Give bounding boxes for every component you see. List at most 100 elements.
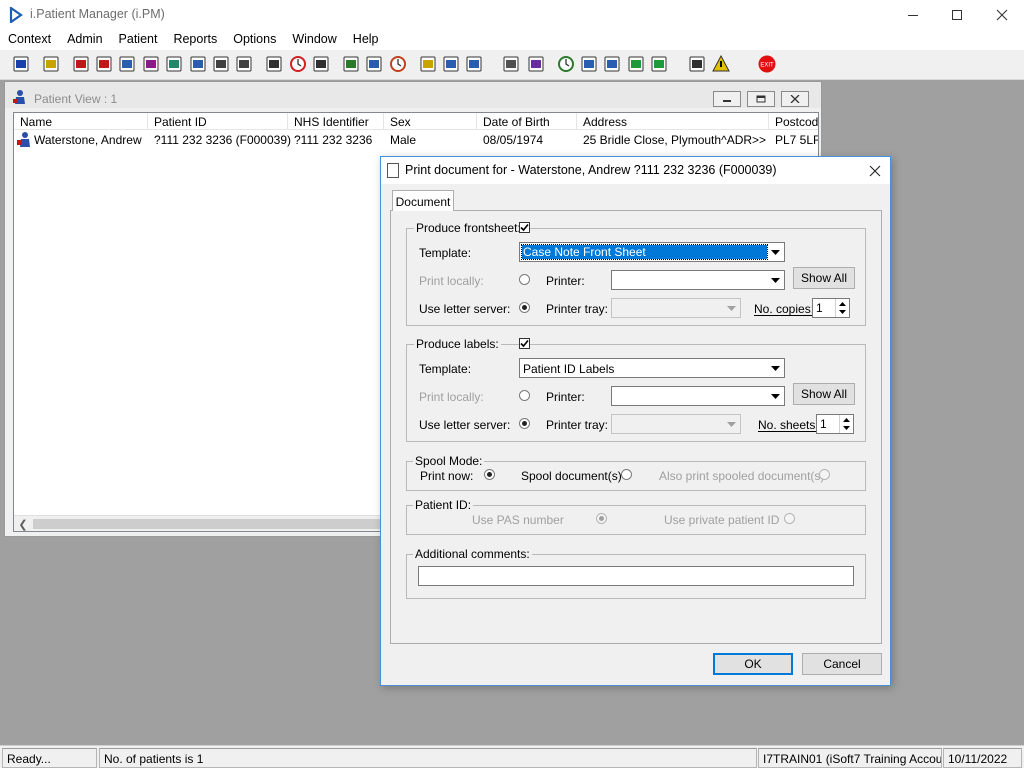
mail-icon: [143, 56, 159, 72]
frontsheet-label: Produce frontsheet:: [414, 221, 523, 235]
transfer-button[interactable]: [686, 53, 708, 75]
timer-button[interactable]: [387, 53, 409, 75]
scroll-left-icon[interactable]: ❮: [16, 517, 30, 531]
menu-window[interactable]: Window: [284, 30, 344, 50]
labels-print-locally-radio[interactable]: [519, 390, 530, 401]
bar-chart-button[interactable]: [525, 53, 547, 75]
labels-use-letter-server-radio[interactable]: [519, 418, 530, 429]
print-document-dialog: Print document for - Waterstone, Andrew …: [380, 156, 891, 686]
upload-button[interactable]: [648, 53, 670, 75]
download-button[interactable]: [625, 53, 647, 75]
patient-view-close-button[interactable]: [781, 91, 809, 107]
frontsheet-printer-tray-select[interactable]: [611, 298, 741, 318]
ward-button[interactable]: [340, 53, 362, 75]
page-button[interactable]: [500, 53, 522, 75]
dialog-close-button[interactable]: [860, 157, 890, 184]
frontsheet-show-all-button[interactable]: Show All: [793, 267, 855, 289]
labels-show-all-button[interactable]: Show All: [793, 383, 855, 405]
ambulance-button[interactable]: [233, 53, 255, 75]
menu-context[interactable]: Context: [0, 30, 59, 50]
column-header-dob[interactable]: Date of Birth: [477, 113, 577, 130]
chevron-down-icon[interactable]: [768, 244, 783, 260]
use-private-id-radio[interactable]: [784, 513, 795, 524]
menu-reports[interactable]: Reports: [165, 30, 225, 50]
globe-button[interactable]: [555, 53, 577, 75]
patient-search-button[interactable]: [10, 53, 32, 75]
frontsheet-printer-label: Printer:: [546, 274, 585, 288]
spool-print-now-radio[interactable]: [484, 469, 495, 480]
cell-address: 25 Bridle Close, Plymouth^ADR>>: [583, 133, 767, 147]
checklist-button[interactable]: [601, 53, 623, 75]
labels-template-select[interactable]: Patient ID Labels: [519, 358, 785, 378]
comments-input[interactable]: [418, 566, 854, 586]
column-header-address[interactable]: Address: [577, 113, 769, 130]
scroll-thumb[interactable]: [33, 519, 393, 529]
restore-icon: [756, 95, 766, 103]
list-button[interactable]: [310, 53, 332, 75]
scan-button[interactable]: [263, 53, 285, 75]
cancel-button[interactable]: Cancel: [802, 653, 882, 675]
form-icon: [581, 56, 597, 72]
labels-printer-select[interactable]: [611, 386, 785, 406]
case-notes-button[interactable]: [70, 53, 92, 75]
bed-button[interactable]: [440, 53, 462, 75]
use-pas-number-radio[interactable]: [596, 513, 607, 524]
column-header-nhs-identifier[interactable]: NHS Identifier: [288, 113, 384, 130]
maximize-button[interactable]: [934, 0, 980, 30]
spinner-arrows-icon[interactable]: [839, 415, 853, 433]
spinner-arrows-icon[interactable]: [835, 299, 849, 317]
chevron-down-icon[interactable]: [724, 416, 739, 432]
frontsheet-checkbox[interactable]: [519, 222, 530, 233]
notes-button[interactable]: [187, 53, 209, 75]
referral-button[interactable]: [93, 53, 115, 75]
menu-patient[interactable]: Patient: [111, 30, 166, 50]
chevron-down-icon[interactable]: [768, 272, 783, 288]
table-row[interactable]: Waterstone, Andrew ?111 232 3236 (F00003…: [14, 130, 818, 149]
column-header-name[interactable]: Name: [14, 113, 148, 130]
labels-printer-tray-select[interactable]: [611, 414, 741, 434]
column-header-patient-id[interactable]: Patient ID: [148, 113, 288, 130]
status-text: Ready...: [2, 748, 97, 768]
patient-id-label: Patient ID:: [413, 498, 474, 512]
minimize-button[interactable]: [890, 0, 936, 30]
frontsheet-template-select[interactable]: Case Note Front Sheet: [519, 242, 785, 262]
frontsheet-printer-select[interactable]: [611, 270, 785, 290]
comments-label: Additional comments:: [413, 547, 532, 561]
column-header-postcode[interactable]: Postcod: [769, 113, 818, 130]
spool-documents-radio[interactable]: [621, 469, 632, 480]
spool-also-print-radio[interactable]: [819, 469, 830, 480]
frontsheet-copies-spinner[interactable]: 1: [812, 298, 850, 318]
tab-document[interactable]: Document: [392, 190, 454, 211]
frontsheet-use-letter-server-radio[interactable]: [519, 302, 530, 313]
form-button[interactable]: [578, 53, 600, 75]
clock-button[interactable]: [287, 53, 309, 75]
menu-help[interactable]: Help: [345, 30, 387, 50]
chevron-down-icon[interactable]: [768, 388, 783, 404]
exit-button[interactable]: EXIT: [756, 53, 778, 75]
spool-documents-label: Spool document(s): [521, 469, 622, 483]
theatre-button[interactable]: [363, 53, 385, 75]
column-header-sex[interactable]: Sex: [384, 113, 477, 130]
ok-button[interactable]: OK: [713, 653, 793, 675]
patient-view-restore-button[interactable]: [747, 91, 775, 107]
mail-button[interactable]: [140, 53, 162, 75]
menu-admin[interactable]: Admin: [59, 30, 110, 50]
menu-options[interactable]: Options: [225, 30, 284, 50]
chevron-down-icon[interactable]: [768, 360, 783, 376]
waiting-list-button[interactable]: [116, 53, 138, 75]
warning-button[interactable]: [710, 53, 732, 75]
close-app-button[interactable]: [979, 0, 1024, 30]
people-button[interactable]: [463, 53, 485, 75]
spool-print-now-label: Print now:: [420, 469, 474, 483]
transport-button[interactable]: [210, 53, 232, 75]
clinician-button[interactable]: [163, 53, 185, 75]
document-button[interactable]: [417, 53, 439, 75]
document-icon: [420, 56, 436, 72]
patient-view-minimize-button[interactable]: [713, 91, 741, 107]
chevron-down-icon[interactable]: [724, 300, 739, 316]
frontsheet-print-locally-radio[interactable]: [519, 274, 530, 285]
checklist-icon: [604, 56, 620, 72]
labels-checkbox[interactable]: [519, 338, 530, 349]
printer-button[interactable]: [40, 53, 62, 75]
labels-sheets-spinner[interactable]: 1: [816, 414, 854, 434]
